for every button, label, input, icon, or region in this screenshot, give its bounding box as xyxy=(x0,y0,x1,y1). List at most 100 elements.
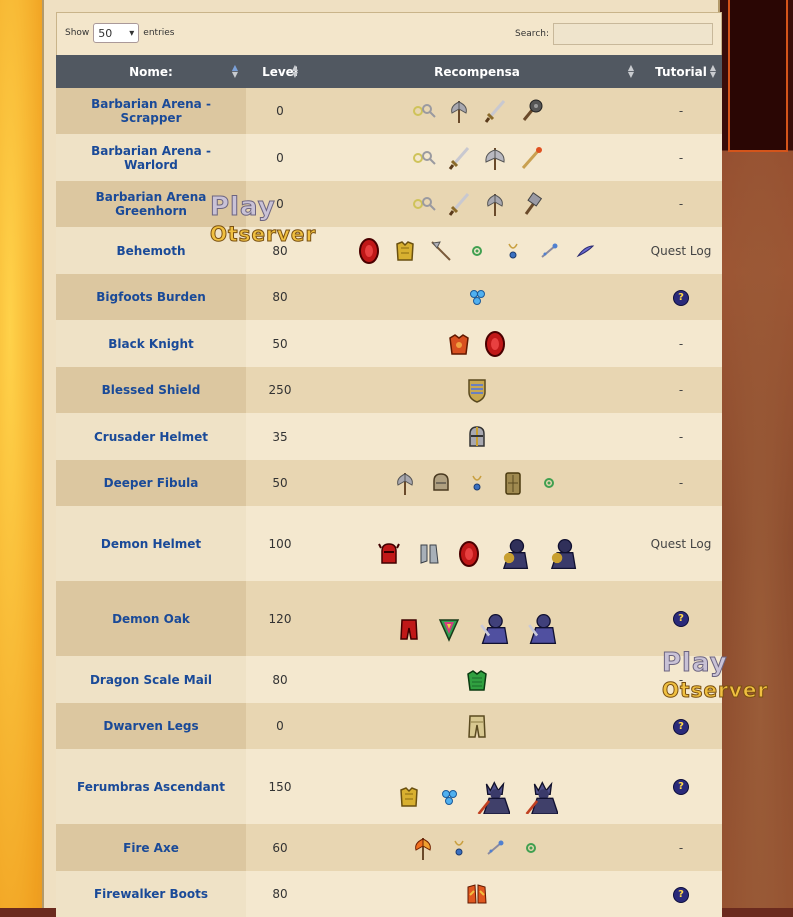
reward-items xyxy=(314,835,640,861)
ferumbras-outfit-icon[interactable] xyxy=(524,780,559,815)
dwarven-legs-icon[interactable] xyxy=(464,713,490,739)
quest-name-link[interactable]: Fire Axe xyxy=(56,824,246,871)
demon-outfit-icon[interactable] xyxy=(496,537,530,571)
tutorial-empty: - xyxy=(678,197,684,211)
steel-boots-icon[interactable] xyxy=(416,541,442,567)
quest-name-link[interactable]: Crusader Helmet xyxy=(56,413,246,460)
reward-items xyxy=(314,237,640,264)
red-shield-icon[interactable] xyxy=(482,330,508,357)
keys-icon[interactable] xyxy=(410,145,436,171)
quest-name-link[interactable]: Deeper Fibula xyxy=(56,460,246,506)
search-input[interactable] xyxy=(553,23,713,45)
feather-icon[interactable] xyxy=(572,238,598,264)
quest-name-link[interactable]: Demon Helmet xyxy=(56,506,246,581)
red-shield-icon[interactable] xyxy=(456,540,482,567)
table-row: Dragon Scale Mail 80 - xyxy=(56,656,722,703)
axe-icon[interactable] xyxy=(392,470,418,496)
tutorial-link[interactable]: Quest Log xyxy=(651,244,712,258)
amulet-icon[interactable] xyxy=(464,470,490,496)
wand-icon[interactable] xyxy=(536,238,562,264)
quest-name-link[interactable]: Barbarian Arena - Scrapper xyxy=(56,88,246,134)
red-armor-icon[interactable] xyxy=(446,331,472,357)
tutorial-link[interactable]: Quest Log xyxy=(651,537,712,551)
ring-icon[interactable] xyxy=(536,470,562,496)
reward-cell xyxy=(314,227,640,274)
sword-icon[interactable] xyxy=(446,191,472,217)
help-icon[interactable]: ? xyxy=(673,886,689,903)
golden-armor-icon[interactable] xyxy=(392,238,418,264)
golden-armor-icon[interactable] xyxy=(396,784,422,810)
column-header-name[interactable]: Nome: ▲ ▼ xyxy=(56,55,246,88)
blue-gems-icon[interactable] xyxy=(464,284,490,310)
quest-level: 80 xyxy=(246,227,314,274)
help-icon[interactable]: ? xyxy=(673,289,689,306)
entries-select[interactable]: 50 ▾ xyxy=(93,23,140,43)
rod-icon[interactable] xyxy=(518,145,544,171)
table-row: Demon Helmet 100 Quest Log xyxy=(56,506,722,581)
quest-name-link[interactable]: Dwarven Legs xyxy=(56,703,246,749)
quest-name-link[interactable]: Behemoth xyxy=(56,227,246,274)
ferumbras-outfit-icon[interactable] xyxy=(476,780,511,815)
quest-name-link[interactable]: Ferumbras Ascendant xyxy=(56,749,246,824)
tutorial-empty: - xyxy=(678,672,684,687)
blessed-shield-icon[interactable] xyxy=(464,377,490,403)
quest-name-link[interactable]: Bigfoots Burden xyxy=(56,274,246,320)
chevron-down-icon: ▾ xyxy=(129,27,135,39)
tower-shield-icon[interactable] xyxy=(500,470,526,496)
quest-name-link[interactable]: Barbarian Arena Greenhorn xyxy=(56,181,246,227)
column-header-tutorial[interactable]: Tutorial ▲ ▼ xyxy=(640,55,722,88)
blue-gems-icon[interactable] xyxy=(436,784,462,810)
quest-level: 50 xyxy=(246,320,314,367)
oak-outfit-icon[interactable] xyxy=(524,612,558,646)
rainbow-shield-icon[interactable] xyxy=(436,616,462,642)
reward-items xyxy=(314,377,640,403)
hammer-icon[interactable] xyxy=(518,191,544,217)
fire-axe-icon[interactable] xyxy=(410,835,436,861)
quest-name-link[interactable]: Demon Oak xyxy=(56,581,246,656)
quest-name-link[interactable]: Blessed Shield xyxy=(56,367,246,413)
reward-items xyxy=(314,537,640,571)
ring-icon[interactable] xyxy=(518,835,544,861)
quest-name-link[interactable]: Black Knight xyxy=(56,320,246,367)
wand-icon[interactable] xyxy=(482,835,508,861)
sword-icon[interactable] xyxy=(446,145,472,171)
red-legs-icon[interactable] xyxy=(396,616,422,642)
amulet-icon[interactable] xyxy=(446,835,472,861)
axe-icon[interactable] xyxy=(482,191,508,217)
background-left xyxy=(0,0,42,908)
ring-icon[interactable] xyxy=(464,238,490,264)
help-icon[interactable]: ? xyxy=(673,779,689,795)
keys-icon[interactable] xyxy=(410,191,436,217)
dragon-scale-mail-icon[interactable] xyxy=(464,667,490,693)
oak-outfit-icon[interactable] xyxy=(476,612,510,646)
keys-icon[interactable] xyxy=(410,98,436,124)
help-icon[interactable]: ? xyxy=(673,611,689,627)
table-row: Barbarian Arena - Scrapper 0 - xyxy=(56,88,722,134)
helmet-icon[interactable] xyxy=(428,470,454,496)
column-header-reward[interactable]: Recompensa ▲ ▼ xyxy=(314,55,640,88)
reward-cell xyxy=(314,134,640,181)
reward-items xyxy=(314,612,640,646)
column-header-level[interactable]: Level ▲ ▼ xyxy=(246,55,314,88)
firewalker-boots-icon[interactable] xyxy=(464,881,490,907)
quest-level: 80 xyxy=(246,274,314,320)
help-icon[interactable]: ? xyxy=(673,718,689,735)
quest-name-link[interactable]: Firewalker Boots xyxy=(56,871,246,917)
sword-icon[interactable] xyxy=(482,98,508,124)
quest-level: 0 xyxy=(246,134,314,181)
reward-cell xyxy=(314,581,640,656)
demon-helmet-icon[interactable] xyxy=(376,541,402,567)
halberd-icon[interactable] xyxy=(428,238,454,264)
table-row: Barbarian Arena Greenhorn 0 - xyxy=(56,181,722,227)
demon-outfit-icon[interactable] xyxy=(544,537,578,571)
quest-name-link[interactable]: Dragon Scale Mail xyxy=(56,656,246,703)
quest-name-link[interactable]: Barbarian Arena - Warlord xyxy=(56,134,246,181)
crusader-helmet-icon[interactable] xyxy=(464,424,490,450)
axe-icon[interactable] xyxy=(446,98,472,124)
red-shield-icon[interactable] xyxy=(356,237,382,264)
mace-icon[interactable] xyxy=(518,98,544,124)
reward-cell xyxy=(314,181,640,227)
double-axe-icon[interactable] xyxy=(482,145,508,171)
quest-level: 250 xyxy=(246,367,314,413)
amulet-icon[interactable] xyxy=(500,238,526,264)
